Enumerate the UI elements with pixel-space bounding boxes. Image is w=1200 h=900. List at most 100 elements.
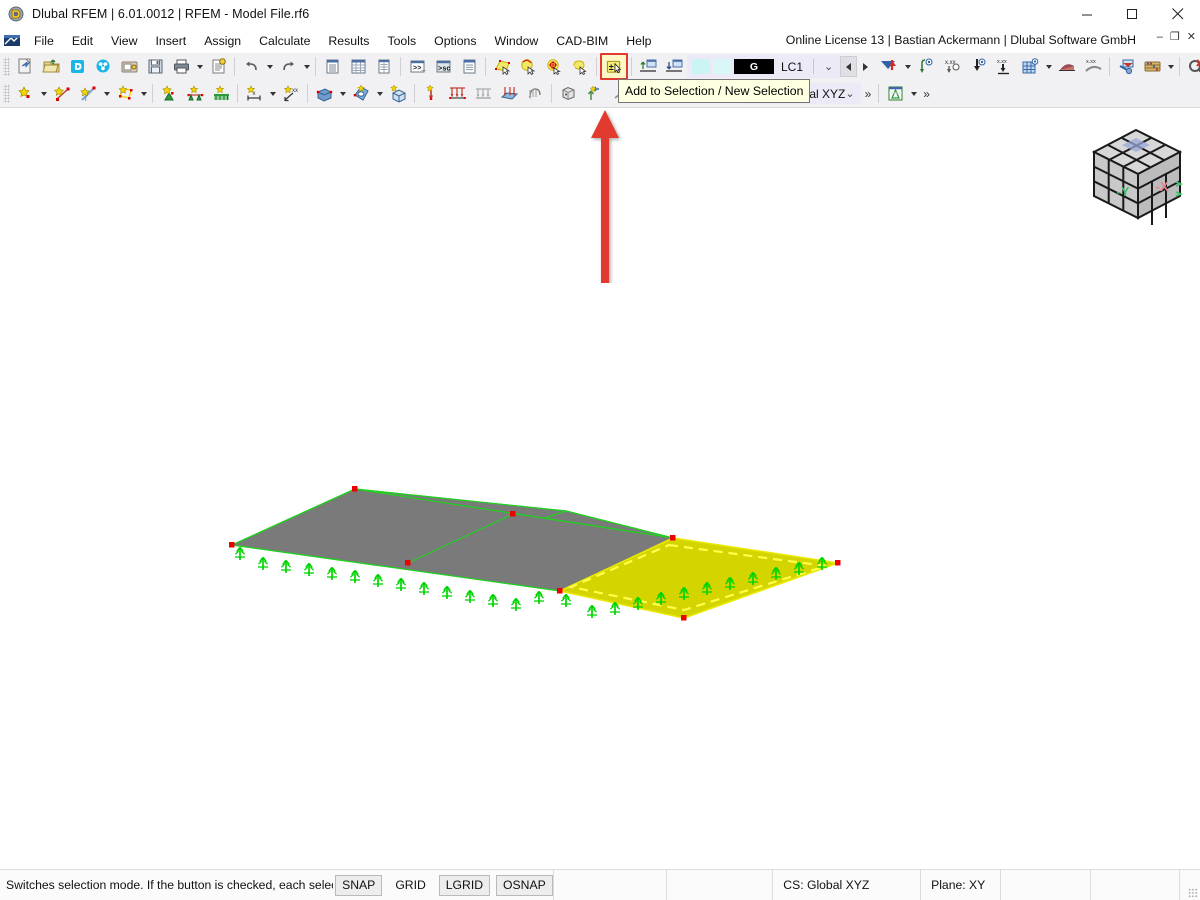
load-case-prev-button[interactable] <box>840 56 858 77</box>
new-node-dropdown[interactable] <box>38 82 49 105</box>
menu-insert[interactable]: Insert <box>146 31 195 51</box>
result-display-button[interactable] <box>1113 54 1139 79</box>
tables-button[interactable] <box>345 54 371 79</box>
new-line-button[interactable] <box>49 81 75 106</box>
calculation-dropdown[interactable] <box>1165 55 1176 78</box>
free-load-button[interactable] <box>522 81 548 106</box>
menu-options[interactable]: Options <box>425 31 485 51</box>
new-surface-button[interactable] <box>112 81 138 106</box>
toolbar-grip[interactable] <box>3 84 10 103</box>
model-information-button[interactable] <box>116 54 142 79</box>
nodal-load-button[interactable] <box>418 81 444 106</box>
undo-dropdown[interactable] <box>264 55 275 78</box>
line-load-button[interactable] <box>444 81 470 106</box>
select-single-object-button[interactable] <box>515 54 541 79</box>
mdi-restore-button[interactable]: ❐ <box>1170 32 1180 43</box>
undo-button[interactable] <box>238 54 264 79</box>
menu-results[interactable]: Results <box>319 31 378 51</box>
new-member-dropdown[interactable] <box>101 82 112 105</box>
dlubal-center-button[interactable] <box>64 54 90 79</box>
new-nodal-support-button[interactable] <box>156 81 182 106</box>
open-model-button[interactable] <box>38 54 64 79</box>
redo-button[interactable] <box>275 54 301 79</box>
result-values-button[interactable]: x.xx <box>1080 54 1106 79</box>
load-values-button[interactable] <box>913 54 939 79</box>
printout-report-button[interactable] <box>205 54 231 79</box>
console-button[interactable]: >>_ <box>404 54 430 79</box>
new-solid-button[interactable] <box>311 81 337 106</box>
window-maximize-button[interactable] <box>1110 0 1155 28</box>
show-loads-button[interactable] <box>874 54 902 79</box>
set-visibility-button[interactable] <box>635 54 661 79</box>
cloud-model-button[interactable] <box>90 54 116 79</box>
new-model-button[interactable] <box>12 54 38 79</box>
window-minimize-button[interactable] <box>1065 0 1110 28</box>
mdi-minimize-button[interactable]: – <box>1157 32 1163 43</box>
new-surface-support-button[interactable] <box>208 81 234 106</box>
dimension-dropdown[interactable] <box>267 82 278 105</box>
menu-help[interactable]: Help <box>617 31 660 51</box>
member-load-button[interactable] <box>470 81 496 106</box>
show-loads-dropdown[interactable] <box>902 55 913 78</box>
menu-file[interactable]: File <box>25 31 63 51</box>
navigation-cube[interactable]: -Y -X <box>1080 118 1192 230</box>
status-toggle-grid[interactable]: GRID <box>388 875 432 896</box>
status-toggle-lgrid[interactable]: LGRID <box>438 874 491 896</box>
nodal-support-values-button[interactable]: x.xx <box>939 54 965 79</box>
new-solid-dropdown[interactable] <box>337 82 348 105</box>
load-case-combo[interactable]: G LC1 ⌄ <box>687 55 841 78</box>
menu-window[interactable]: Window <box>486 31 548 51</box>
redo-dropdown[interactable] <box>301 55 312 78</box>
menu-view[interactable]: View <box>102 31 146 51</box>
status-toggle-snap[interactable]: SNAP <box>335 874 383 896</box>
menu-cad-bim[interactable]: CAD-BIM <box>547 31 617 51</box>
dimension-button[interactable]: x <box>241 81 267 106</box>
surface-load-button[interactable] <box>496 81 522 106</box>
render-grid-button[interactable] <box>1017 54 1043 79</box>
menu-edit[interactable]: Edit <box>63 31 102 51</box>
table-toolbar-overflow-button[interactable]: » <box>919 88 934 100</box>
render-grid-dropdown[interactable] <box>1043 55 1054 78</box>
new-member-button[interactable]: I <box>75 81 101 106</box>
table-view-button[interactable] <box>882 81 908 106</box>
menu-tools[interactable]: Tools <box>378 31 425 51</box>
load-case-next-button[interactable] <box>857 56 875 77</box>
move-up-button[interactable] <box>581 81 607 106</box>
new-opening-button[interactable] <box>348 81 374 106</box>
select-by-zoom-button[interactable] <box>541 54 567 79</box>
menu-assign[interactable]: Assign <box>195 31 250 51</box>
toolbar-grip[interactable] <box>3 57 10 76</box>
table-view-dropdown[interactable] <box>908 82 919 105</box>
calculation-button[interactable] <box>1139 54 1165 79</box>
deformation-values-button[interactable]: x.xx <box>991 54 1017 79</box>
select-objects-button[interactable] <box>489 54 515 79</box>
coordinate-system-overflow-button[interactable]: » <box>861 88 876 100</box>
menu-calculate[interactable]: Calculate <box>250 31 319 51</box>
new-opening-dropdown[interactable] <box>374 82 385 105</box>
save-button[interactable] <box>142 54 168 79</box>
new-node-button[interactable] <box>12 81 38 106</box>
lasso-selection-button[interactable] <box>567 54 593 79</box>
new-line-support-button[interactable] <box>182 81 208 106</box>
navigator-button[interactable] <box>319 54 345 79</box>
status-toggle-osnap[interactable]: OSNAP <box>496 874 553 896</box>
add-to-selection-button[interactable]: ± <box>600 53 628 80</box>
resize-grip[interactable] <box>1188 888 1198 898</box>
chevron-down-icon[interactable]: ⌄ <box>845 87 854 100</box>
support-reactions-button[interactable] <box>965 54 991 79</box>
print-button[interactable] <box>168 54 194 79</box>
view-cube-button[interactable] <box>555 81 581 106</box>
print-dropdown[interactable] <box>194 55 205 78</box>
new-block-button[interactable] <box>385 81 411 106</box>
reset-visibility-button[interactable] <box>661 54 687 79</box>
new-surface-dropdown[interactable] <box>138 82 149 105</box>
table-filter-button[interactable] <box>371 54 397 79</box>
chevron-down-icon[interactable]: ⌄ <box>824 60 833 73</box>
list-button[interactable] <box>456 54 482 79</box>
mdi-close-button[interactable]: ✕ <box>1187 32 1196 43</box>
clear-results-button[interactable] <box>1183 54 1200 79</box>
script-button[interactable]: >sc <box>430 54 456 79</box>
result-diagram-button[interactable] <box>1054 54 1080 79</box>
window-close-button[interactable] <box>1155 0 1200 28</box>
dimension-xx-button[interactable]: xx <box>278 81 304 106</box>
